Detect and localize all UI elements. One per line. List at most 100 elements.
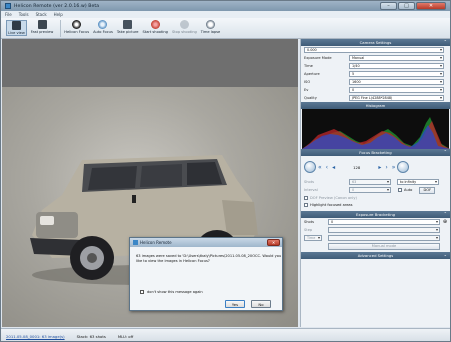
exposure-parameter-select[interactable]: Time xyxy=(304,235,322,241)
app-icon xyxy=(133,240,138,245)
step-forward-icon[interactable]: › xyxy=(385,164,387,171)
minimize-button[interactable]: – xyxy=(380,2,397,10)
menu-tools[interactable]: Tools xyxy=(19,12,29,17)
manual-mode-row: Manual mode xyxy=(301,242,450,250)
quality-select[interactable]: JPEG Fine L(4288*2848) xyxy=(349,95,444,101)
time-row: Time 1/40 xyxy=(301,62,450,70)
stop-shooting-button[interactable]: Stop shooting xyxy=(172,20,197,34)
auto-checkbox-box xyxy=(398,188,402,192)
app-icon xyxy=(5,3,11,9)
title-bar: Helicon Remote (ver 2.0.16.w) Beta – □ ✕ xyxy=(1,1,450,11)
dont-show-checkbox[interactable]: don't show this message again xyxy=(140,290,203,294)
stop-icon xyxy=(179,20,189,29)
step-back-icon[interactable]: ‹ xyxy=(326,164,328,171)
focus-near-limit-button[interactable] xyxy=(304,161,316,173)
mlu-status: MLU: off xyxy=(117,333,134,339)
time-lapse-button[interactable]: Time lapse xyxy=(201,20,220,34)
collapse-icon[interactable]: ⌃ xyxy=(444,149,447,154)
ev-select[interactable]: 0 xyxy=(349,87,444,93)
toolbar-separator xyxy=(60,20,62,37)
focus-shots-row: Shots 63 to infinity xyxy=(301,178,450,186)
preview-icon xyxy=(37,20,47,29)
help-icon[interactable]: ⊕ xyxy=(443,219,447,225)
step-forward-small-icon[interactable]: ▸ xyxy=(378,164,381,171)
dialog-title: Helicon Remote xyxy=(140,240,172,245)
record-icon xyxy=(150,20,160,29)
exposure-bracketing-header[interactable]: Exposure Bracketing ⌃ xyxy=(301,211,450,218)
camera-shutter-icon xyxy=(123,20,133,29)
dof-preview-checkbox[interactable]: DOF Preview (Canon only) xyxy=(301,194,450,201)
camera-select[interactable]: 0.000 xyxy=(304,47,444,53)
menu-stack[interactable]: Stack xyxy=(36,12,47,17)
dialog-title-bar: Helicon Remote ✕ xyxy=(130,238,282,247)
helicon-focus-button[interactable]: Helicon Focus xyxy=(64,20,89,34)
window-title: Helicon Remote (ver 2.0.16.w) Beta xyxy=(14,3,100,9)
settings-panel: Camera Settings ⌃ 0.000 Exposure Mode Ma… xyxy=(300,39,450,327)
stack-status: Stack: 63 shots xyxy=(76,333,106,339)
focus-interval-row: Interval 0 Auto DOF xyxy=(301,186,450,194)
iso-select[interactable]: 1600 xyxy=(349,79,444,85)
menu-help[interactable]: Help xyxy=(54,12,63,17)
save-confirmation-dialog: Helicon Remote ✕ 63 images were saved to… xyxy=(129,237,283,311)
take-picture-button[interactable]: Take picture xyxy=(117,20,139,34)
exposure-step-select[interactable] xyxy=(328,227,440,233)
exposure-mode-row: Exposure Mode Manual xyxy=(301,54,450,62)
clock-icon xyxy=(206,20,216,29)
highlight-box xyxy=(304,202,308,207)
expand-icon[interactable]: ⌄ xyxy=(444,252,447,257)
histogram-graph xyxy=(302,117,450,149)
dialog-close-icon[interactable]: ✕ xyxy=(267,239,280,246)
focus-far-limit-button[interactable] xyxy=(397,161,410,173)
manual-mode-button[interactable]: Manual mode xyxy=(328,242,440,250)
main-window: Helicon Remote (ver 2.0.16.w) Beta – □ ✕… xyxy=(0,0,451,342)
dof-button[interactable]: DOF xyxy=(419,186,436,194)
auto-checkbox[interactable]: Auto xyxy=(395,187,415,194)
focus-interval-input[interactable]: 0 xyxy=(349,187,391,193)
histogram-header[interactable]: Histogram xyxy=(301,102,450,109)
exposure-shots-row: Shots 0 ⊕ xyxy=(304,219,448,225)
time-select[interactable]: 1/40 xyxy=(349,63,444,69)
quality-row: Quality JPEG Fine L(4288*2848) xyxy=(301,94,450,102)
menu-file[interactable]: File xyxy=(5,12,12,17)
highlight-focused-checkbox[interactable]: Highlight focused areas xyxy=(301,201,450,208)
exposure-time-select[interactable] xyxy=(328,235,440,241)
dialog-message: 63 images were saved to 'D:\Users\tkaly\… xyxy=(136,254,282,263)
collapse-icon[interactable]: ⌃ xyxy=(444,211,447,216)
step-forward-large-icon[interactable]: » xyxy=(392,164,396,171)
stack-link[interactable]: 2011.05.08_0001: 63 image(s) xyxy=(6,334,65,339)
fast-preview-button[interactable]: Fast preview xyxy=(31,20,53,34)
focus-bracketing-header[interactable]: Focus Bracketing ⌃ xyxy=(301,149,450,156)
ev-row: Ev 0 xyxy=(301,86,450,94)
aperture-row: Aperture 5 xyxy=(301,70,450,78)
auto-focus-button[interactable]: Auto Focus xyxy=(93,20,113,34)
advanced-settings-header[interactable]: Advanced Settings ⌄ xyxy=(301,252,450,259)
exposure-step-row: Step xyxy=(301,226,450,234)
exposure-time-row: Time xyxy=(301,234,450,242)
status-bar: 2011.05.08_0001: 63 image(s) Stack: 63 s… xyxy=(1,328,450,341)
live-view-button[interactable]: Live view xyxy=(6,20,27,36)
dof-preview-box xyxy=(304,195,308,200)
auto-focus-icon xyxy=(98,20,108,29)
helicon-focus-icon xyxy=(72,20,82,29)
exposure-mode-select[interactable]: Manual xyxy=(349,55,444,61)
window-controls: – □ ✕ xyxy=(380,2,446,10)
focus-shots-input[interactable]: 63 xyxy=(349,179,391,185)
no-button[interactable]: No xyxy=(251,300,271,308)
aperture-select[interactable]: 5 xyxy=(349,71,444,77)
focus-shot-count: 128 xyxy=(353,164,361,170)
step-back-small-icon[interactable]: ◂ xyxy=(332,164,335,171)
yes-button[interactable]: Yes xyxy=(225,300,245,308)
exposure-shots-select[interactable]: 0 xyxy=(327,219,440,225)
focus-controls: « ‹ ◂ 128 ▸ › » xyxy=(301,156,450,178)
camera-icon xyxy=(11,21,21,30)
to-infinity-select[interactable]: to infinity xyxy=(397,179,439,185)
collapse-icon[interactable]: ⌃ xyxy=(444,39,447,44)
step-back-large-icon[interactable]: « xyxy=(318,164,322,171)
maximize-button[interactable]: □ xyxy=(398,2,415,10)
iso-row: ISO 1600 xyxy=(301,78,450,86)
checkbox-box xyxy=(140,290,144,294)
start-shooting-button[interactable]: Start shooting xyxy=(143,20,168,34)
camera-select-row: 0.000 xyxy=(301,46,450,54)
close-button[interactable]: ✕ xyxy=(416,2,446,10)
camera-settings-header[interactable]: Camera Settings ⌃ xyxy=(301,39,450,46)
